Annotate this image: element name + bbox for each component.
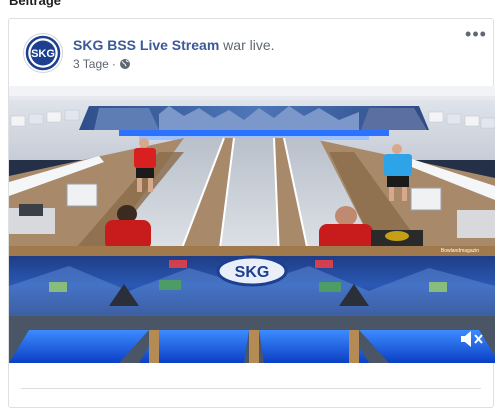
live-video-player[interactable]: SKG Bowlandmagazin <box>9 86 495 363</box>
avatar-logo-text: SKG <box>31 48 55 60</box>
player-badge: Bowlandmagazin <box>441 248 479 254</box>
post-title-line: SKG BSS Live Stream war live. <box>73 37 275 53</box>
post-meta: 3 Tage · <box>73 57 131 71</box>
post-timestamp[interactable]: 3 Tage <box>73 57 109 71</box>
more-options-button[interactable]: ••• <box>465 25 487 43</box>
globe-icon <box>119 58 131 70</box>
section-title: Beiträge <box>9 0 62 8</box>
post-header: SKG SKG BSS Live Stream war live. 3 Tage… <box>9 19 493 87</box>
meta-separator: · <box>111 57 116 71</box>
footer-divider <box>21 388 481 389</box>
post-action-text: war live. <box>219 37 275 53</box>
avatar[interactable]: SKG <box>23 33 63 73</box>
video-frame: SKG Bowlandmagazin <box>9 86 495 363</box>
page-name-link[interactable]: SKG BSS Live Stream <box>73 37 219 53</box>
skg-logo-icon: SKG <box>25 35 61 71</box>
volume-mute-icon <box>461 331 483 347</box>
post-card: SKG SKG BSS Live Stream war live. 3 Tage… <box>8 18 495 408</box>
banner-logo-text: SKG <box>235 264 270 281</box>
more-horizontal-icon: ••• <box>465 24 487 44</box>
mute-button[interactable] <box>459 329 485 349</box>
